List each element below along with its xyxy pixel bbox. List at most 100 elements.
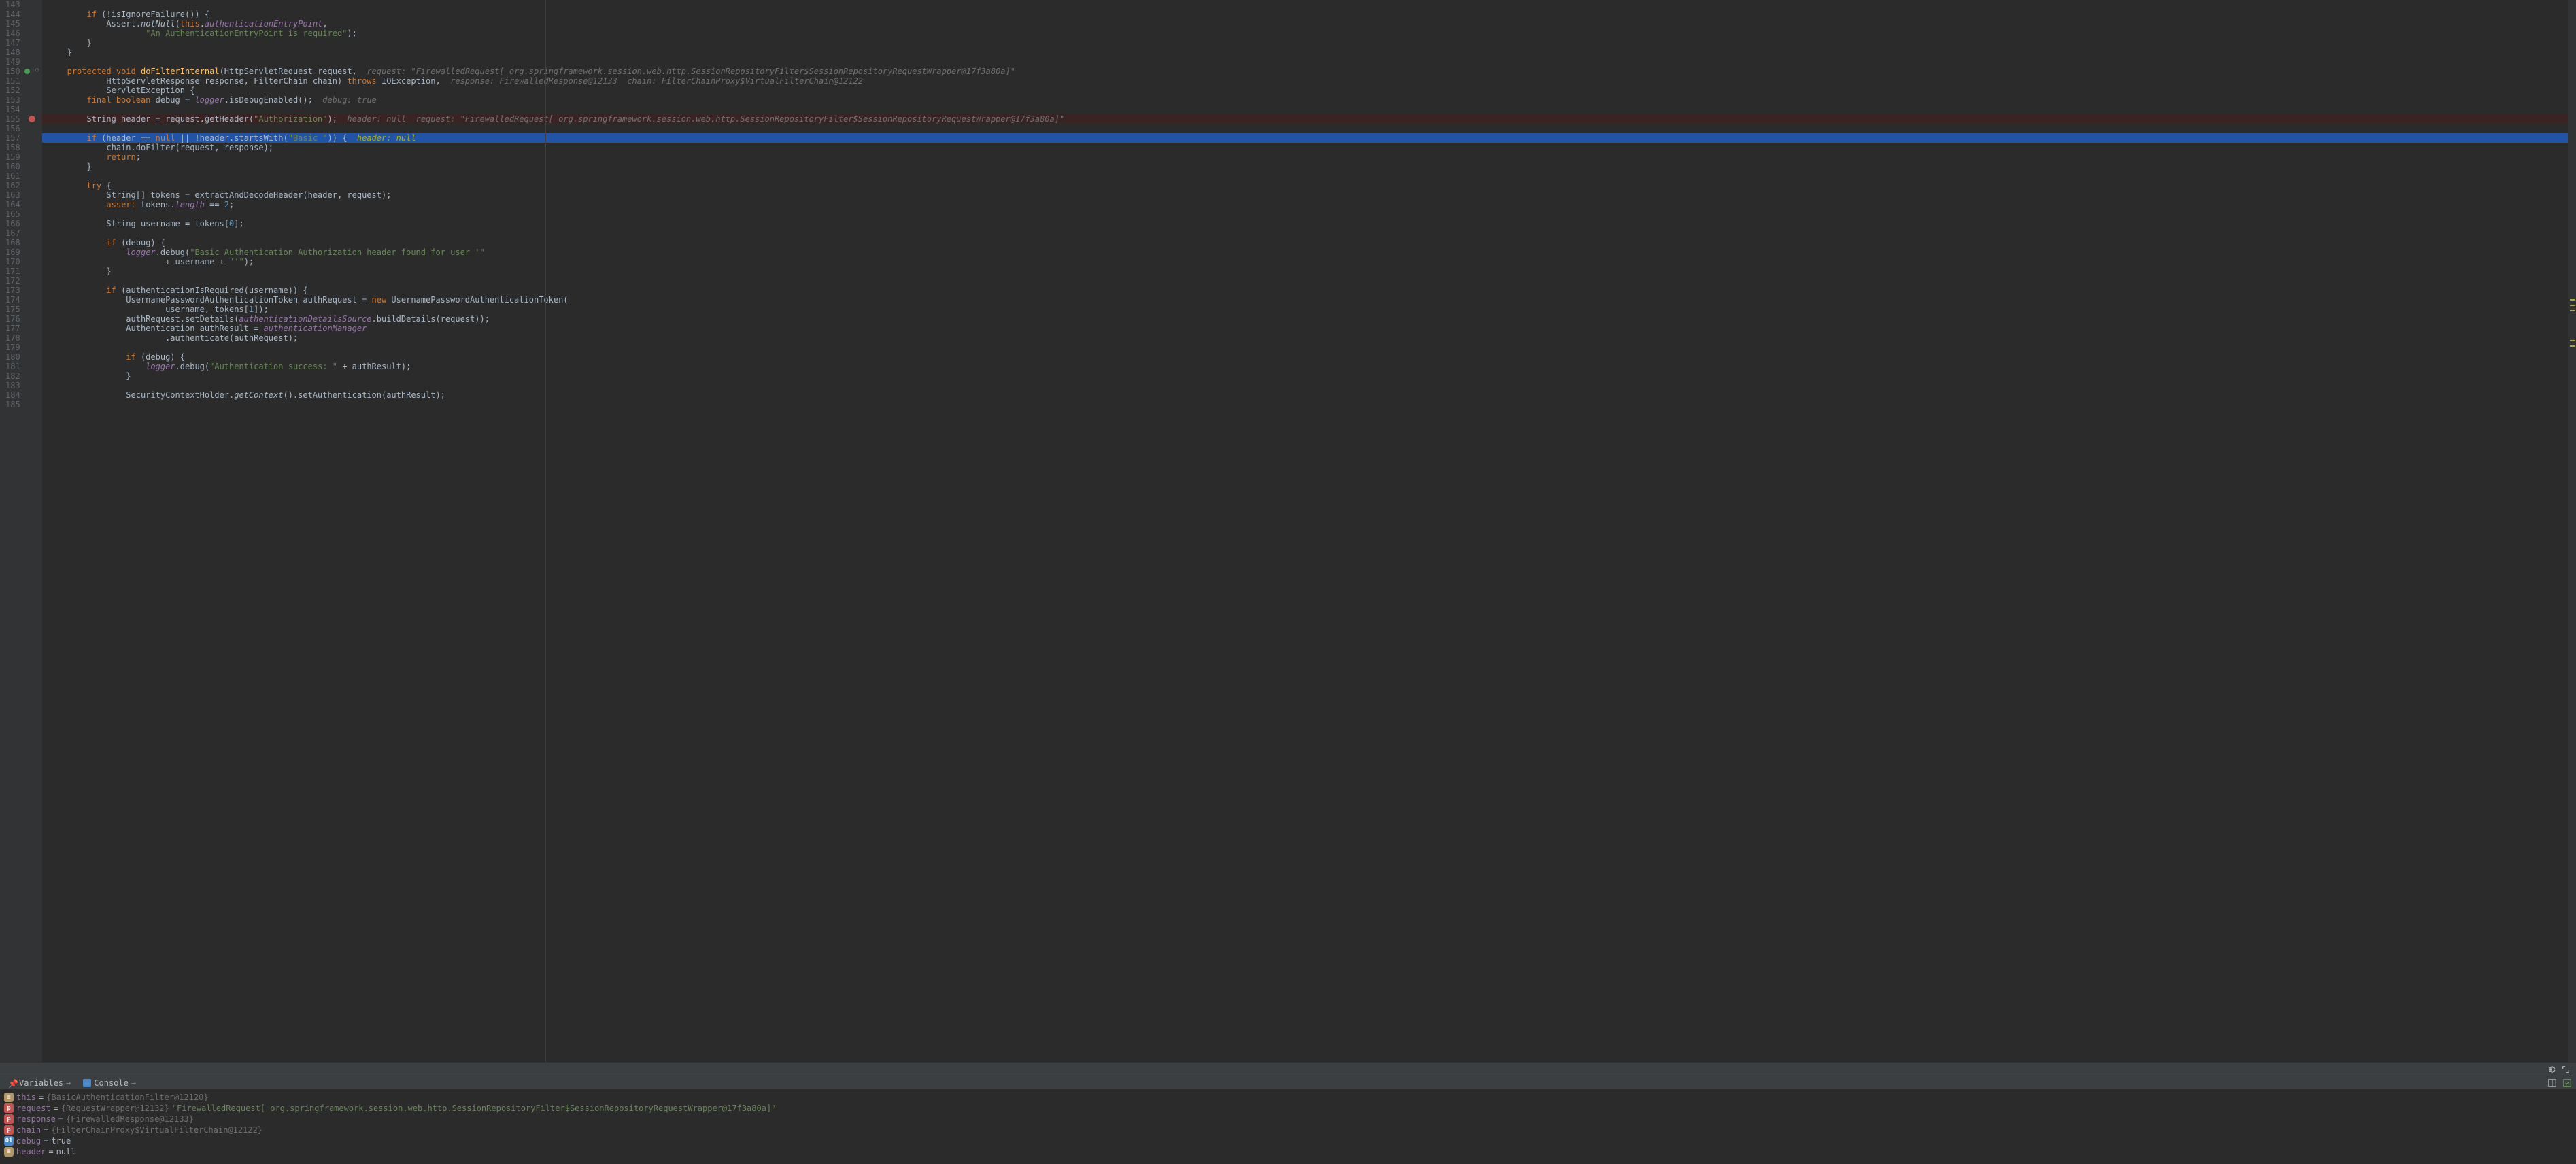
tab-close-icon[interactable]: → <box>66 1078 71 1088</box>
code-line[interactable]: authRequest.setDetails(authenticationDet… <box>42 314 2568 324</box>
variable-row[interactable]: ≡this = {BasicAuthenticationFilter@12120… <box>4 1092 2572 1103</box>
code-line[interactable]: assert tokens.length == 2; <box>42 200 2568 209</box>
code-line[interactable]: if (!isIgnoreFailure()) { <box>42 10 2568 19</box>
line-number[interactable]: 146 <box>5 29 20 38</box>
gutter-marker-cell[interactable] <box>23 371 42 381</box>
gutter-marker-cell[interactable] <box>23 86 42 95</box>
variable-row[interactable]: pchain = {FilterChainProxy$VirtualFilter… <box>4 1125 2572 1135</box>
line-number[interactable]: 155 <box>5 114 20 124</box>
code-line[interactable]: logger.debug("Basic Authentication Autho… <box>42 247 2568 257</box>
gutter-marker-cell[interactable] <box>23 276 42 286</box>
variables-tab[interactable]: 📌 Variables → <box>3 1077 76 1089</box>
code-line[interactable]: "An AuthenticationEntryPoint is required… <box>42 29 2568 38</box>
gutter-marker-cell[interactable] <box>23 48 42 57</box>
code-line[interactable] <box>42 105 2568 114</box>
code-line[interactable]: } <box>42 38 2568 48</box>
line-number[interactable]: 167 <box>5 228 20 238</box>
gutter-marker-cell[interactable] <box>23 162 42 171</box>
breakpoint-icon[interactable] <box>29 116 35 122</box>
line-number[interactable]: 171 <box>5 267 20 276</box>
code-line[interactable]: ServletException { <box>42 86 2568 95</box>
gutter-marker-cell[interactable] <box>23 152 42 162</box>
code-line[interactable] <box>42 0 2568 10</box>
gutter-marker-cell[interactable] <box>23 76 42 86</box>
variable-row[interactable]: 01debug = true <box>4 1135 2572 1146</box>
line-number[interactable]: 151 <box>5 76 20 86</box>
line-number[interactable]: 168 <box>5 238 20 247</box>
tab-close-icon[interactable]: → <box>131 1078 136 1088</box>
line-number[interactable]: 172 <box>5 276 20 286</box>
minimap-mark[interactable] <box>2570 340 2575 341</box>
line-number[interactable]: 152 <box>5 86 20 95</box>
gutter-marker-cell[interactable] <box>23 209 42 219</box>
line-number[interactable]: 160 <box>5 162 20 171</box>
gutter-marker-cell[interactable] <box>23 362 42 371</box>
minimap-mark[interactable] <box>2570 345 2575 347</box>
line-number[interactable]: 156 <box>5 124 20 133</box>
variables-pane[interactable]: ≡this = {BasicAuthenticationFilter@12120… <box>0 1089 2576 1164</box>
code-line[interactable]: String[] tokens = extractAndDecodeHeader… <box>42 190 2568 200</box>
code-line[interactable]: try { <box>42 181 2568 190</box>
line-number[interactable]: 154 <box>5 105 20 114</box>
gutter-marker-cell[interactable] <box>23 200 42 209</box>
gutter-marker-cell[interactable] <box>23 295 42 305</box>
line-number[interactable]: 178 <box>5 333 20 343</box>
line-number[interactable]: 180 <box>5 352 20 362</box>
line-number[interactable]: 145 <box>5 19 20 29</box>
variable-row[interactable]: prequest = {RequestWrapper@12132} "Firew… <box>4 1103 2572 1114</box>
console-tab[interactable]: Console → <box>78 1077 141 1089</box>
line-number[interactable]: 159 <box>5 152 20 162</box>
line-number[interactable]: 182 <box>5 371 20 381</box>
override-icon[interactable]: ↑⊙ <box>31 67 39 74</box>
gutter-marker-cell[interactable] <box>23 381 42 390</box>
code-line[interactable]: Authentication authResult = authenticati… <box>42 324 2568 333</box>
line-number[interactable]: 148 <box>5 48 20 57</box>
restore-layout-icon[interactable] <box>2562 1078 2572 1088</box>
line-number[interactable]: 179 <box>5 343 20 352</box>
gutter-marker-cell[interactable] <box>23 10 42 19</box>
run-to-cursor-icon[interactable] <box>24 69 30 74</box>
settings-icon[interactable] <box>2546 1065 2556 1074</box>
line-number[interactable]: 165 <box>5 209 20 219</box>
line-number[interactable]: 176 <box>5 314 20 324</box>
line-number[interactable]: 147 <box>5 38 20 48</box>
code-line[interactable] <box>42 381 2568 390</box>
code-line[interactable] <box>42 124 2568 133</box>
gutter-marker-cell[interactable] <box>23 114 42 124</box>
line-number[interactable]: 164 <box>5 200 20 209</box>
gutter-marker-cell[interactable] <box>23 314 42 324</box>
code-line[interactable] <box>42 276 2568 286</box>
line-number[interactable]: 162 <box>5 181 20 190</box>
gutter-marker-cell[interactable] <box>23 29 42 38</box>
gutter-marker-cell[interactable] <box>23 181 42 190</box>
code-line[interactable]: SecurityContextHolder.getContext().setAu… <box>42 390 2568 400</box>
line-number[interactable]: 173 <box>5 286 20 295</box>
minimap-mark[interactable] <box>2570 299 2575 301</box>
code-line[interactable] <box>42 57 2568 67</box>
line-number[interactable]: 157 <box>5 133 20 143</box>
line-number[interactable]: 169 <box>5 247 20 257</box>
line-number[interactable]: 175 <box>5 305 20 314</box>
code-line[interactable]: if (debug) { <box>42 352 2568 362</box>
code-line[interactable]: protected void doFilterInternal(HttpServ… <box>42 67 2568 76</box>
code-line[interactable] <box>42 171 2568 181</box>
gutter-marker-cell[interactable] <box>23 400 42 409</box>
expand-icon[interactable] <box>2561 1065 2571 1074</box>
gutter-marker-cell[interactable] <box>23 286 42 295</box>
code-area[interactable]: if (!isIgnoreFailure()) { Assert.notNull… <box>42 0 2568 1062</box>
code-line[interactable]: } <box>42 267 2568 276</box>
line-number-gutter[interactable]: 1431441451461471481491501511521531541551… <box>0 0 23 1062</box>
variable-row[interactable]: presponse = {FirewalledResponse@12133} <box>4 1114 2572 1125</box>
code-line[interactable]: } <box>42 371 2568 381</box>
gutter-markers[interactable]: ↑⊙ <box>23 0 42 1062</box>
gutter-marker-cell[interactable] <box>23 38 42 48</box>
line-number[interactable]: 185 <box>5 400 20 409</box>
code-line[interactable] <box>42 400 2568 409</box>
gutter-marker-cell[interactable] <box>23 305 42 314</box>
gutter-marker-cell[interactable] <box>23 267 42 276</box>
line-number[interactable]: 158 <box>5 143 20 152</box>
gutter-marker-cell[interactable] <box>23 257 42 267</box>
gutter-marker-cell[interactable] <box>23 95 42 105</box>
gutter-marker-cell[interactable] <box>23 333 42 343</box>
code-line[interactable]: if (authenticationIsRequired(username)) … <box>42 286 2568 295</box>
